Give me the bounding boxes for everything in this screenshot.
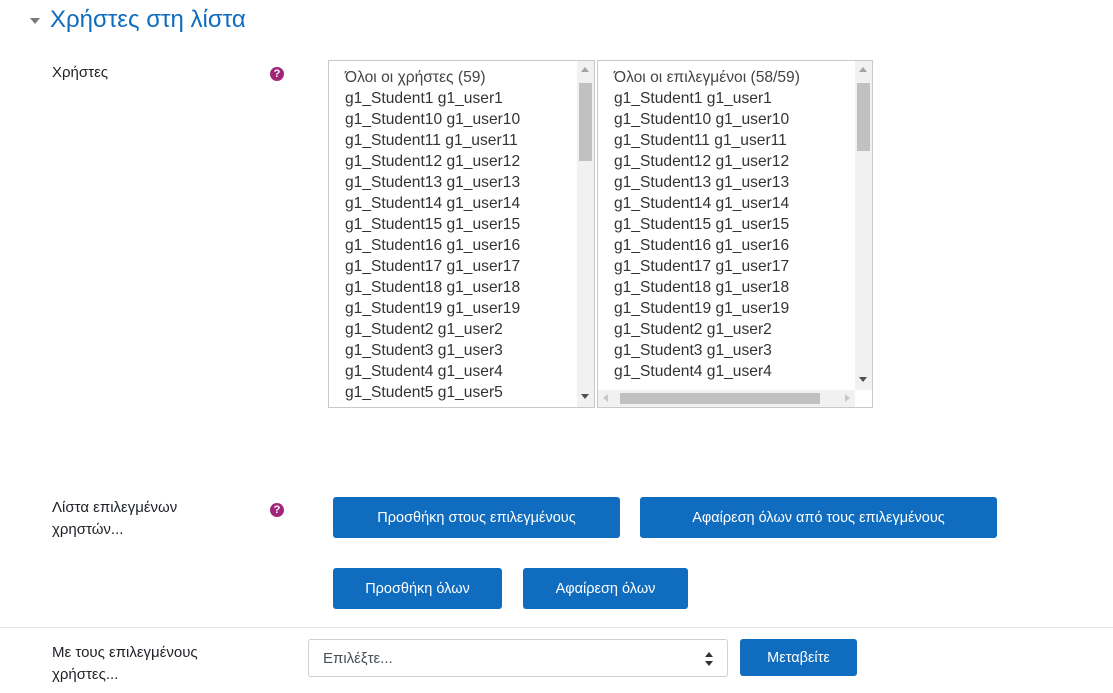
remove-all-button[interactable]: Αφαίρεση όλων xyxy=(523,568,688,609)
list-item[interactable]: g1_Student11 g1_user11 xyxy=(614,130,855,151)
users-label: Χρήστες xyxy=(52,64,108,81)
collapse-caret-icon[interactable] xyxy=(30,18,40,24)
list-item[interactable]: g1_Student14 g1_user14 xyxy=(614,193,855,214)
list-item[interactable]: g1_Student4 g1_user4 xyxy=(614,361,855,382)
scroll-up-icon[interactable] xyxy=(581,67,589,72)
list-item-header[interactable]: Όλοι οι επιλεγμένοι (58/59) xyxy=(614,67,855,88)
section-header[interactable]: Χρήστες στη λίστα xyxy=(30,6,246,34)
selection-label: Λίστα επιλεγμένων χρηστών... xyxy=(52,499,178,538)
section-title[interactable]: Χρήστες στη λίστα xyxy=(50,6,246,34)
page: Χρήστες στη λίστα Χρήστες ? Όλοι οι χρήσ… xyxy=(0,0,1113,693)
list-item[interactable]: g1_Student3 g1_user3 xyxy=(345,340,577,361)
list-item[interactable]: g1_Student12 g1_user12 xyxy=(614,151,855,172)
list-item[interactable]: g1_Student2 g1_user2 xyxy=(345,319,577,340)
go-button[interactable]: Μεταβείτε xyxy=(740,639,857,676)
action-select[interactable]: Επιλέξτε... xyxy=(308,639,728,677)
vertical-scrollbar[interactable] xyxy=(577,61,594,407)
list-item[interactable]: g1_Student18 g1_user18 xyxy=(345,277,577,298)
list-item[interactable]: g1_Student15 g1_user15 xyxy=(345,214,577,235)
list-item[interactable]: g1_Student1 g1_user1 xyxy=(614,88,855,109)
list-item[interactable]: g1_Student4 g1_user4 xyxy=(345,361,577,382)
list-item[interactable]: g1_Student15 g1_user15 xyxy=(614,214,855,235)
list-item[interactable]: g1_Student10 g1_user10 xyxy=(614,109,855,130)
list-item[interactable]: g1_Student16 g1_user16 xyxy=(614,235,855,256)
remove-all-selected-button[interactable]: Αφαίρεση όλων από τους επιλεγμένους xyxy=(640,497,997,538)
list-item[interactable]: g1_Student11 g1_user11 xyxy=(345,130,577,151)
list-item[interactable]: g1_Student2 g1_user2 xyxy=(614,319,855,340)
list-item[interactable]: g1_Student5 g1_user5 xyxy=(345,382,577,403)
scroll-down-icon[interactable] xyxy=(859,377,867,382)
list-item[interactable]: g1_Student18 g1_user18 xyxy=(614,277,855,298)
selected-users-listbox[interactable]: Όλοι οι επιλεγμένοι (58/59) g1_Student1 … xyxy=(597,60,873,408)
list-item[interactable]: g1_Student13 g1_user13 xyxy=(614,172,855,193)
scroll-thumb[interactable] xyxy=(620,393,820,404)
add-all-button[interactable]: Προσθήκη όλων xyxy=(333,568,502,609)
list-item-header[interactable]: Όλοι οι χρήστες (59) xyxy=(345,67,577,88)
select-arrows-icon xyxy=(705,652,713,666)
list-item[interactable]: g1_Student10 g1_user10 xyxy=(345,109,577,130)
all-users-listbox[interactable]: Όλοι οι χρήστες (59) g1_Student1 g1_user… xyxy=(328,60,595,408)
list-item[interactable]: g1_Student16 g1_user16 xyxy=(345,235,577,256)
list-item[interactable]: g1_Student13 g1_user13 xyxy=(345,172,577,193)
with-selected-label: Με τους επιλεγμένους χρήστες... xyxy=(52,644,198,683)
horizontal-scrollbar[interactable] xyxy=(598,390,855,407)
divider xyxy=(0,627,1113,628)
scroll-right-icon[interactable] xyxy=(845,394,850,402)
scroll-thumb[interactable] xyxy=(579,83,592,161)
list-item[interactable]: g1_Student14 g1_user14 xyxy=(345,193,577,214)
list-item[interactable]: g1_Student19 g1_user19 xyxy=(614,298,855,319)
list-item[interactable]: g1_Student12 g1_user12 xyxy=(345,151,577,172)
add-selected-button[interactable]: Προσθήκη στους επιλεγμένους xyxy=(333,497,620,538)
help-icon[interactable]: ? xyxy=(270,67,284,81)
list-item[interactable]: g1_Student19 g1_user19 xyxy=(345,298,577,319)
vertical-scrollbar[interactable] xyxy=(855,61,872,390)
all-users-options[interactable]: Όλοι οι χρήστες (59) g1_Student1 g1_user… xyxy=(329,61,577,407)
list-item[interactable]: g1_Student1 g1_user1 xyxy=(345,88,577,109)
scroll-left-icon[interactable] xyxy=(603,394,608,402)
list-item[interactable]: g1_Student17 g1_user17 xyxy=(345,256,577,277)
help-icon[interactable]: ? xyxy=(270,503,284,517)
scroll-up-icon[interactable] xyxy=(859,67,867,72)
list-item[interactable]: g1_Student17 g1_user17 xyxy=(614,256,855,277)
select-value: Επιλέξτε... xyxy=(323,649,393,667)
selected-users-options[interactable]: Όλοι οι επιλεγμένοι (58/59) g1_Student1 … xyxy=(598,61,855,390)
list-item[interactable]: g1_Student3 g1_user3 xyxy=(614,340,855,361)
scroll-thumb[interactable] xyxy=(857,83,870,151)
scroll-down-icon[interactable] xyxy=(581,394,589,399)
